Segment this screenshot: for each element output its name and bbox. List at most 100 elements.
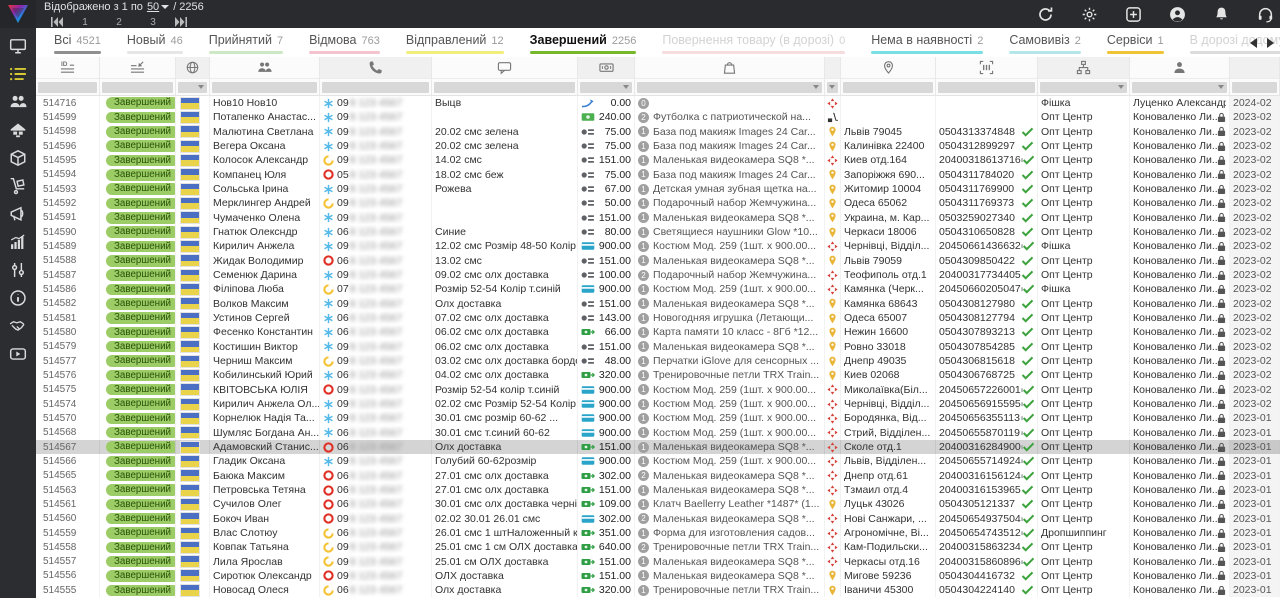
sidebar-item-info-icon[interactable]: [9, 289, 27, 307]
sidebar-item-partners-handshake-icon[interactable]: [9, 317, 27, 335]
filter-input-city[interactable]: [843, 82, 933, 93]
table-row[interactable]: 514595ЗавершенийКолосок Александр098 123…: [36, 153, 1280, 167]
tab-Всі[interactable]: Всі4521: [54, 33, 101, 54]
table-row[interactable]: 514588ЗавершенийЖидак Володимир068 123 4…: [36, 254, 1280, 268]
table-row[interactable]: 514566ЗавершенийГладик Оксана098 123 456…: [36, 454, 1280, 468]
table-row[interactable]: 514555ЗавершенийНовосад Олеся068 123 456…: [36, 583, 1280, 597]
table-row[interactable]: 514596ЗавершенийВегера Оксана098 123 456…: [36, 139, 1280, 153]
filter-input-manager[interactable]: [1132, 82, 1227, 93]
table-row[interactable]: 514570ЗавершенийКорнелюк Надія Та...098 …: [36, 411, 1280, 425]
tab-Прийнятий[interactable]: Прийнятий7: [209, 33, 283, 54]
filter-input-flag[interactable]: [178, 82, 207, 93]
app-logo[interactable]: [0, 0, 36, 28]
first-page-button[interactable]: [46, 16, 68, 28]
account-icon[interactable]: [1169, 6, 1186, 23]
filter-input-source[interactable]: [1040, 82, 1127, 93]
column-header-city[interactable]: [841, 57, 936, 78]
sidebar-item-procurement-cart-icon[interactable]: [9, 177, 27, 195]
page-number-3[interactable]: 3: [136, 17, 170, 28]
add-order-icon[interactable]: [1125, 6, 1142, 23]
table-row[interactable]: 514574ЗавершенийКирилич Анжела Ол...098 …: [36, 397, 1280, 411]
tab-Завершений[interactable]: Завершений2256: [530, 33, 637, 54]
table-row[interactable]: 514593ЗавершенийСольська Ірина098 123 45…: [36, 182, 1280, 196]
column-header-dicon[interactable]: [825, 57, 841, 78]
column-header-phone[interactable]: [320, 57, 432, 78]
sidebar-item-warehouse-icon[interactable]: [9, 121, 27, 139]
last-page-button[interactable]: [170, 16, 192, 28]
table-row[interactable]: 514575ЗавершенийКВІТОВСЬКА ЮЛІЯ098 123 4…: [36, 383, 1280, 397]
filter-input-phone[interactable]: [322, 82, 429, 93]
filter-input-ttn[interactable]: [938, 82, 1035, 93]
per-page-select[interactable]: 50: [147, 1, 169, 13]
table-row[interactable]: 514577ЗавершенийЧерниш Максим098 123 456…: [36, 354, 1280, 368]
table-row[interactable]: 514581ЗавершенийУстинов Сергей068 123 45…: [36, 311, 1280, 325]
table-row[interactable]: 514561ЗавершенийСучилов Олег068 123 4567…: [36, 497, 1280, 511]
sidebar-item-products-box-icon[interactable]: [9, 149, 27, 167]
table-row[interactable]: 514580ЗавершенийФесенко Константин068 12…: [36, 325, 1280, 339]
tab-Відмова[interactable]: Відмова763: [309, 33, 380, 54]
tab-Нема в наявності[interactable]: Нема в наявності2: [871, 33, 983, 54]
table-row[interactable]: 514590ЗавершенийГнатюк Олексндр068 123 4…: [36, 225, 1280, 239]
filter-input-dicon[interactable]: [827, 82, 838, 93]
table-row[interactable]: 514567ЗавершенийАдамовский Станис...068 …: [36, 440, 1280, 454]
table-row[interactable]: 514591ЗавершенийЧумаченко Олена098 123 4…: [36, 211, 1280, 225]
tab-Відправлений[interactable]: Відправлений12: [406, 33, 504, 54]
table-row[interactable]: 514560ЗавершенийБокоч Иван098 123 456702…: [36, 512, 1280, 526]
column-header-manager[interactable]: [1130, 57, 1230, 78]
table-row[interactable]: 514558ЗавершенийКовпак Татьяна098 123 45…: [36, 540, 1280, 554]
table-row[interactable]: 514568ЗавершенийШумляс Богдана Ан...068 …: [36, 426, 1280, 440]
sidebar-item-video-tutorials-icon[interactable]: [9, 345, 27, 363]
table-row[interactable]: 514599ЗавершенийПотапенко Анастас...098 …: [36, 110, 1280, 124]
tab-scroll-right-icon[interactable]: [1267, 38, 1274, 48]
column-header-money[interactable]: [578, 57, 635, 78]
column-header-product[interactable]: [635, 57, 825, 78]
filter-input-money[interactable]: [580, 82, 632, 93]
tab-Повернення товару (в дорозі)[interactable]: Повернення товару (в дорозі)0: [662, 33, 845, 54]
table-row[interactable]: 514559ЗавершенийВлас Слотюу068 123 45672…: [36, 526, 1280, 540]
column-header-id[interactable]: ID: [36, 57, 100, 78]
sidebar-item-monitor-icon[interactable]: [9, 37, 27, 55]
table-row[interactable]: 514579ЗавершенийКостишин Виктор098 123 4…: [36, 340, 1280, 354]
tab-scroll-left-icon[interactable]: [1250, 38, 1257, 48]
gear-icon[interactable]: [1081, 6, 1098, 23]
filter-input-product[interactable]: [637, 82, 822, 93]
sidebar-item-marketing-megaphone-icon[interactable]: [9, 205, 27, 223]
table-row[interactable]: 514598ЗавершенийМалютина Светлана098 123…: [36, 125, 1280, 139]
table-row[interactable]: 514565ЗавершенийБаюка Максим068 123 4567…: [36, 469, 1280, 483]
table-row[interactable]: 514557ЗавершенийЛила Ярослав098 123 4567…: [36, 555, 1280, 569]
tab-Самовивіз[interactable]: Самовивіз2: [1009, 33, 1081, 54]
table-row[interactable]: 514587ЗавершенийСеменюк Дарина098 123 45…: [36, 268, 1280, 282]
column-header-date[interactable]: [1230, 57, 1280, 78]
support-headset-icon[interactable]: [1257, 6, 1274, 23]
table-row[interactable]: 514716ЗавершенийНов10 Нов10098 123 4567В…: [36, 96, 1280, 110]
table-row[interactable]: 514594ЗавершенийКомпанец Юля058 123 4567…: [36, 168, 1280, 182]
table-row[interactable]: 514576ЗавершенийКобилинський Юрий068 123…: [36, 368, 1280, 382]
column-header-status[interactable]: [100, 57, 176, 78]
page-number-1[interactable]: 1: [68, 17, 102, 28]
sidebar-item-settings-sliders-icon[interactable]: [9, 261, 27, 279]
table-row[interactable]: 514582ЗавершенийВолков Максим098 123 456…: [36, 297, 1280, 311]
column-header-flag[interactable]: [176, 57, 210, 78]
notifications-bell-icon[interactable]: [1213, 6, 1230, 23]
table-row[interactable]: 514592ЗавершенийМерклингер Андрей098 123…: [36, 196, 1280, 210]
table-row[interactable]: 514563ЗавершенийПетровська Тетяна068 123…: [36, 483, 1280, 497]
column-header-comment[interactable]: [432, 57, 578, 78]
column-header-source[interactable]: [1038, 57, 1130, 78]
page-number-2[interactable]: 2: [102, 17, 136, 28]
table-row[interactable]: 514556ЗавершенийСиротюк Олександр098 123…: [36, 569, 1280, 583]
refresh-icon[interactable]: [1037, 6, 1054, 23]
tab-Сервіси[interactable]: Сервіси1: [1107, 33, 1164, 54]
table-row[interactable]: 514586ЗавершенийФіліпова Люба078 123 456…: [36, 282, 1280, 296]
filter-input-comment[interactable]: [434, 82, 575, 93]
filter-input-status[interactable]: [102, 82, 173, 93]
sidebar-item-statistics-chart-icon[interactable]: [9, 233, 27, 251]
filter-input-id[interactable]: [38, 82, 97, 93]
column-header-name[interactable]: [210, 57, 320, 78]
tab-Новый[interactable]: Новый46: [127, 33, 183, 54]
sidebar-item-orders-list-icon[interactable]: [9, 65, 27, 83]
sidebar-item-clients-icon[interactable]: [9, 93, 27, 111]
filter-input-date[interactable]: [1232, 82, 1277, 93]
filter-input-name[interactable]: [212, 82, 317, 93]
table-row[interactable]: 514589ЗавершенийКирилич Анжела098 123 45…: [36, 239, 1280, 253]
column-header-ttn[interactable]: [936, 57, 1038, 78]
